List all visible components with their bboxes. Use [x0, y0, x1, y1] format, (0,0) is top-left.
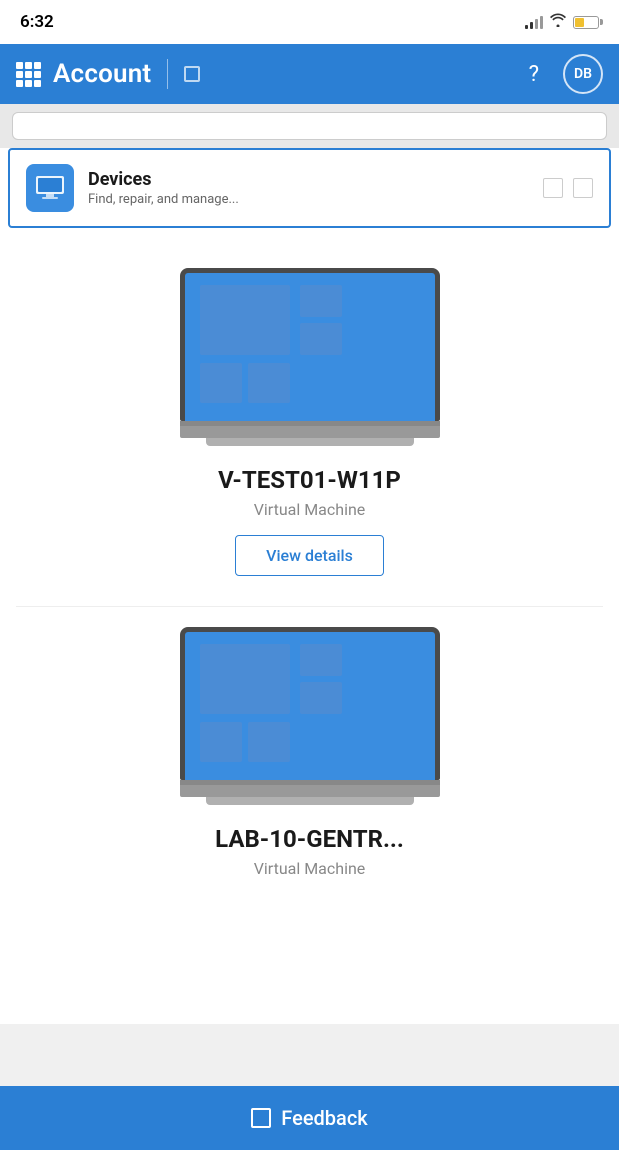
device-card-1: V-TEST01-W11P Virtual Machine View detai…	[16, 248, 603, 607]
laptop-illustration-1	[180, 268, 440, 446]
device-1-type: Virtual Machine	[254, 500, 366, 519]
view-details-button-1[interactable]: View details	[235, 535, 384, 576]
search-area	[0, 104, 619, 148]
devices-icon-container	[26, 164, 74, 212]
help-button[interactable]: ?	[529, 62, 539, 87]
avatar[interactable]: DB	[563, 54, 603, 94]
status-bar: 6:32	[0, 0, 619, 44]
devices-list: V-TEST01-W11P Virtual Machine View detai…	[0, 228, 619, 1024]
devices-action-2[interactable]	[573, 178, 593, 198]
feedback-icon	[251, 1108, 271, 1128]
monitor-icon	[34, 172, 66, 204]
battery-icon	[573, 16, 599, 29]
search-bar[interactable]	[12, 112, 607, 140]
devices-action-1[interactable]	[543, 178, 563, 198]
header-title: Account	[53, 59, 151, 89]
devices-row[interactable]: Devices Find, repair, and manage...	[8, 148, 611, 228]
header-square-icon[interactable]	[184, 66, 200, 82]
grid-menu-icon[interactable]	[16, 62, 41, 87]
main-content: Devices Find, repair, and manage...	[0, 148, 619, 1024]
status-icons	[525, 13, 599, 31]
device-2-type: Virtual Machine	[254, 859, 366, 878]
device-card-2: LAB-10-GENTR... Virtual Machine	[16, 607, 603, 924]
wifi-icon	[549, 13, 567, 31]
header: Account ? DB	[0, 44, 619, 104]
laptop-illustration-2	[180, 627, 440, 805]
devices-subtitle: Find, repair, and manage...	[88, 192, 529, 207]
device-1-name: V-TEST01-W11P	[218, 466, 401, 494]
devices-actions	[543, 178, 593, 198]
feedback-label: Feedback	[281, 1106, 367, 1130]
devices-title: Devices	[88, 169, 529, 190]
feedback-bar[interactable]: Feedback	[0, 1086, 619, 1150]
signal-icon	[525, 15, 543, 29]
devices-text: Devices Find, repair, and manage...	[88, 169, 529, 207]
status-time: 6:32	[20, 12, 54, 32]
header-divider	[167, 59, 168, 89]
device-2-name: LAB-10-GENTR...	[215, 825, 404, 853]
